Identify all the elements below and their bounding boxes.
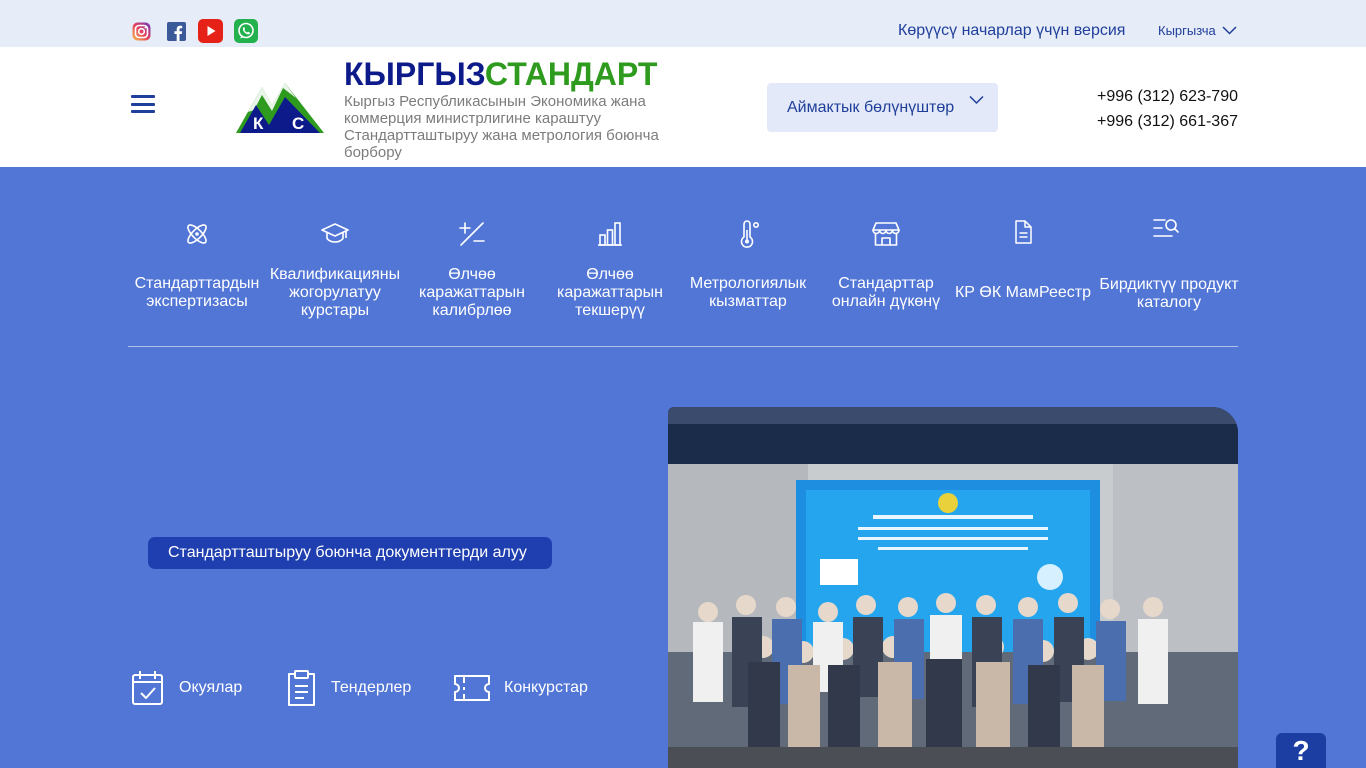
get-standards-documents-button[interactable]: Стандартташтыруу боюнча документтерди ал… xyxy=(148,537,552,569)
service-calibration[interactable]: Өлчөө каражаттарын калибрлөө xyxy=(402,167,542,347)
graduation-cap-icon xyxy=(321,223,349,243)
brand-title-part2: СТАНДАРТ xyxy=(484,56,658,92)
service-state-registry[interactable]: КР ӨК МамРеестр xyxy=(953,167,1093,347)
logo-letter-s: С xyxy=(292,114,304,133)
site-logo[interactable]: К С xyxy=(236,81,324,138)
regional-offices-dropdown[interactable]: Аймактык бөлүнүштөр xyxy=(767,83,998,132)
events-link[interactable]: Окуялар xyxy=(131,670,242,706)
language-label: Кыргызча xyxy=(1158,23,1216,38)
tenders-label: Тендерлер xyxy=(331,679,412,696)
help-button[interactable]: ? xyxy=(1276,733,1326,768)
ticket-icon xyxy=(454,675,490,701)
top-bar: Көрүүсү начарлар үчүн версия Кыргызча xyxy=(0,0,1366,47)
bar-chart-icon xyxy=(598,222,622,246)
service-label: КР ӨК МамРеестр xyxy=(954,284,1092,301)
service-label: Бирдиктүү продукт каталогу xyxy=(1099,276,1239,311)
brand-title[interactable]: КЫРГЫЗСТАНДАРТ xyxy=(344,55,657,93)
services-menu: Стандарттардын экспертизасы Квалификация… xyxy=(127,167,1239,347)
service-label: Өлчөө каражаттарын текшерүү xyxy=(557,266,663,319)
clipboard-icon xyxy=(288,670,315,706)
regional-offices-label: Аймактык бөлүнүштөр xyxy=(787,98,955,116)
service-metrology[interactable]: Метрологиялык кызматтар xyxy=(678,167,818,347)
contact-phones: +996 (312) 623-790 +996 (312) 661-367 xyxy=(1097,84,1238,134)
facebook-icon[interactable] xyxy=(166,18,186,44)
instagram-icon[interactable] xyxy=(131,18,151,44)
thermometer-icon xyxy=(740,220,759,248)
organization-subtitle: Кыргыз Республикасынын Экономика жана ко… xyxy=(344,93,659,161)
contests-label: Конкурстар xyxy=(504,679,588,696)
document-icon xyxy=(1015,220,1032,244)
events-label: Окуялар xyxy=(179,679,243,696)
phone-number[interactable]: +996 (312) 661-367 xyxy=(1097,109,1238,134)
service-product-catalog[interactable]: Бирдиктүү продукт каталогу xyxy=(1099,167,1239,347)
service-verification[interactable]: Өлчөө каражаттарын текшерүү xyxy=(540,167,680,347)
youtube-icon[interactable] xyxy=(198,18,223,44)
contests-link[interactable]: Конкурстар xyxy=(454,670,588,706)
site-header: К С КЫРГЫЗСТАНДАРТ Кыргыз Республикасыны… xyxy=(0,47,1366,167)
phone-number[interactable]: +996 (312) 623-790 xyxy=(1097,84,1238,109)
plus-minus-icon xyxy=(459,222,485,246)
whatsapp-icon[interactable] xyxy=(234,18,258,44)
news-photo[interactable] xyxy=(668,407,1238,768)
calendar-check-icon xyxy=(132,671,163,705)
chevron-down-icon xyxy=(1222,26,1237,35)
service-label: Стандарттар онлайн дүкөнү xyxy=(831,275,941,310)
service-label: Квалификацияны жогорулатуу курстары xyxy=(269,266,401,319)
list-search-icon xyxy=(1153,219,1179,237)
accessibility-version-link[interactable]: Көрүүсү начарлар үчүн версия xyxy=(898,22,1125,40)
service-label: Метрологиялык кызматтар xyxy=(689,275,807,310)
chevron-down-icon xyxy=(969,95,984,105)
service-standards-expertise[interactable]: Стандарттардын экспертизасы xyxy=(127,167,267,347)
service-label: Өлчөө каражаттарын калибрлөө xyxy=(419,266,525,319)
brand-title-part1: КЫРГЫЗ xyxy=(344,56,485,92)
language-selector[interactable]: Кыргызча xyxy=(1158,23,1237,38)
service-label: Стандарттардын экспертизасы xyxy=(134,275,260,310)
store-icon xyxy=(872,222,900,246)
tenders-link[interactable]: Тендерлер xyxy=(286,670,411,706)
service-qualification-courses[interactable]: Квалификацияны жогорулатуу курстары xyxy=(265,167,405,347)
atom-icon xyxy=(187,224,207,244)
menu-icon[interactable] xyxy=(131,95,155,113)
logo-letter-k: К xyxy=(253,114,264,133)
service-online-store[interactable]: Стандарттар онлайн дүкөнү xyxy=(816,167,956,347)
